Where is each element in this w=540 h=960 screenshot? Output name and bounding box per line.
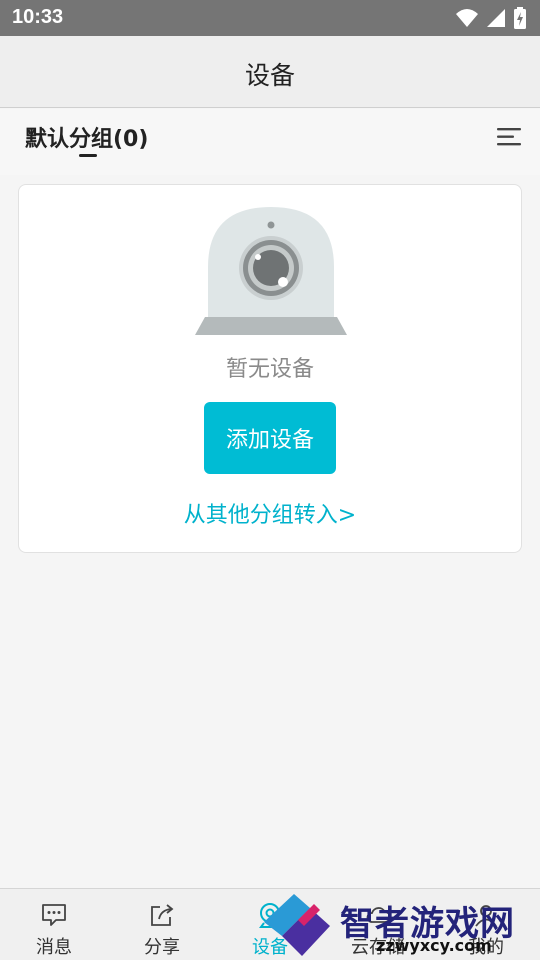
status-bar: 10:33 — [0, 0, 540, 36]
group-tab-indicator — [79, 154, 97, 157]
signal-icon — [487, 9, 505, 27]
status-icons — [456, 7, 526, 29]
tab-label: 设备 — [252, 937, 288, 958]
wifi-icon — [456, 9, 478, 27]
device-icon — [259, 903, 281, 928]
tab-cloud[interactable]: 云存储 — [324, 889, 432, 960]
empty-device-card: 暂无设备 添加设备 从其他分组转入> — [18, 184, 522, 553]
move-from-group-link[interactable]: 从其他分组转入> — [19, 497, 521, 529]
tab-label: 云存储 — [351, 937, 405, 958]
group-tab-default[interactable]: 默认分组(0) — [25, 121, 148, 153]
group-bar: 默认分组(0) — [0, 109, 540, 175]
cloud-icon — [366, 907, 391, 923]
header: 设备 — [0, 36, 540, 108]
share-icon — [151, 904, 174, 926]
battery-icon — [514, 7, 526, 29]
add-device-button[interactable]: 添加设备 — [204, 402, 336, 474]
page-title: 设备 — [244, 61, 295, 90]
menu-icon[interactable] — [496, 124, 522, 150]
tab-share[interactable]: 分享 — [108, 889, 216, 960]
tab-label: 分享 — [144, 937, 180, 958]
camera-illustration-icon — [195, 207, 347, 335]
tab-profile[interactable]: 我的 — [432, 889, 540, 960]
tab-label: 我的 — [468, 937, 504, 958]
status-time: 10:33 — [12, 6, 64, 28]
tab-label: 消息 — [36, 937, 72, 958]
tab-messages[interactable]: 消息 — [0, 889, 108, 960]
empty-message: 暂无设备 — [225, 357, 314, 382]
profile-icon — [475, 905, 497, 927]
tab-devices[interactable]: 设备 — [216, 889, 324, 960]
bottom-tab-bar: 消息 分享 设备 云存储 我的 — [0, 888, 540, 960]
message-icon — [42, 904, 66, 926]
